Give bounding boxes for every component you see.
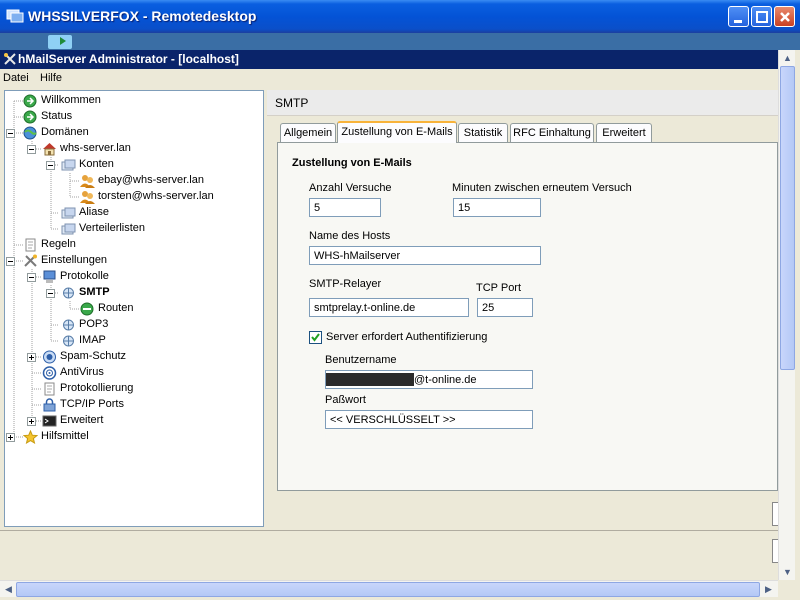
password-input[interactable]: << VERSCHLÜSSELT >> bbox=[325, 410, 533, 429]
app-title: hMailServer Administrator - [localhost] bbox=[18, 52, 239, 66]
tab-statistik[interactable]: Statistik bbox=[458, 123, 508, 142]
remote-desktop-titlebar: WHSSILVERFOX - Remotedesktop bbox=[0, 0, 800, 33]
scroll-left-icon[interactable]: ◀ bbox=[5, 584, 12, 595]
minimize-icon bbox=[734, 20, 742, 23]
tab-erweitert[interactable]: Erweitert bbox=[596, 123, 652, 142]
maximize-icon bbox=[756, 11, 768, 23]
horizontal-scrollbar[interactable]: ◀ ▶ bbox=[0, 580, 778, 597]
green-arrow-icon bbox=[23, 94, 37, 108]
close-icon bbox=[780, 12, 790, 22]
users-icon bbox=[61, 159, 76, 171]
menu-hilfe[interactable]: Hilfe bbox=[40, 72, 62, 84]
navigation-tree: Willkommen Status Domänen whs-server.lan… bbox=[4, 90, 264, 527]
tools-icon bbox=[24, 254, 37, 267]
tools-icon bbox=[4, 53, 16, 65]
attempts-input[interactable]: 5 bbox=[309, 198, 381, 217]
menu-bar: Datei Hilfe bbox=[0, 69, 778, 88]
app-titlebar: hMailServer Administrator - [localhost] bbox=[0, 50, 778, 69]
auth-required-label: Server erfordert Authentifizierung bbox=[326, 331, 488, 343]
checkmark-icon bbox=[311, 333, 320, 342]
remote-desktop-background bbox=[0, 33, 800, 50]
tab-allgemein[interactable]: Allgemein bbox=[280, 123, 336, 142]
scroll-up-icon[interactable]: ▲ bbox=[783, 53, 792, 63]
star-icon bbox=[23, 430, 38, 444]
expander-einstellungen[interactable] bbox=[6, 257, 15, 266]
close-button[interactable] bbox=[774, 6, 795, 27]
target-icon bbox=[42, 366, 57, 380]
globe-icon bbox=[23, 126, 37, 140]
tcp-port-input[interactable]: 25 bbox=[477, 298, 533, 317]
section-title: Zustellung von E-Mails bbox=[292, 157, 412, 169]
auth-required-checkbox[interactable] bbox=[309, 331, 322, 344]
vertical-scrollbar[interactable]: ▲ ▼ bbox=[778, 50, 795, 580]
attempts-label: Anzahl Versuche bbox=[309, 182, 392, 194]
pane-header: SMTP bbox=[267, 90, 778, 116]
settings-pane: SMTP Allgemein Zustellung von E-Mails St… bbox=[267, 90, 780, 527]
network-icon bbox=[63, 335, 74, 347]
redacted-username bbox=[326, 373, 414, 386]
horizontal-scroll-thumb[interactable] bbox=[16, 582, 760, 597]
expander-domaenen[interactable] bbox=[6, 129, 15, 138]
console-icon bbox=[42, 415, 57, 427]
retry-minutes-input[interactable]: 15 bbox=[453, 198, 541, 217]
tab-panel-zustellung: Zustellung von E-Mails Anzahl Versuche 5… bbox=[277, 142, 778, 491]
tab-zustellung[interactable]: Zustellung von E-Mails bbox=[337, 121, 457, 143]
network-icon bbox=[63, 319, 74, 331]
smtp-relayer-label: SMTP-Relayer bbox=[309, 278, 382, 290]
username-label: Benutzername bbox=[325, 354, 397, 366]
desktop-shortcut-icon bbox=[48, 35, 72, 49]
expander-spam-schutz[interactable] bbox=[27, 353, 36, 362]
lock-icon bbox=[43, 398, 56, 412]
username-input[interactable]: @t-online.de bbox=[325, 370, 533, 389]
network-icon bbox=[63, 287, 74, 299]
expander-hilfsmittel[interactable] bbox=[6, 433, 15, 442]
vertical-scroll-thumb[interactable] bbox=[780, 66, 795, 370]
password-label: Paßwort bbox=[325, 394, 366, 406]
page-title: SMTP bbox=[275, 96, 309, 110]
tab-rfc-einhaltung[interactable]: RFC Einhaltung bbox=[510, 123, 594, 142]
document-icon bbox=[25, 238, 36, 252]
bottom-panel bbox=[0, 530, 780, 580]
green-route-icon bbox=[80, 302, 94, 316]
document-icon bbox=[44, 382, 55, 396]
smtp-relayer-input[interactable]: smtprelay.t-online.de bbox=[309, 298, 469, 317]
scroll-down-icon[interactable]: ▼ bbox=[783, 567, 792, 577]
menu-datei[interactable]: Datei bbox=[3, 72, 29, 84]
expander-konten[interactable] bbox=[46, 161, 55, 170]
minimize-button[interactable] bbox=[728, 6, 749, 27]
hostname-label: Name des Hosts bbox=[309, 230, 391, 242]
expander-protokolle[interactable] bbox=[27, 273, 36, 282]
retry-minutes-label: Minuten zwischen erneutem Versuch bbox=[452, 182, 632, 194]
username-domain: @t-online.de bbox=[414, 374, 477, 386]
remote-desktop-icon bbox=[6, 9, 24, 23]
computer-icon bbox=[43, 270, 56, 283]
expander-erweitert[interactable] bbox=[27, 417, 36, 426]
scroll-right-icon[interactable]: ▶ bbox=[765, 584, 772, 595]
maximize-button[interactable] bbox=[751, 6, 772, 27]
house-icon bbox=[43, 143, 56, 156]
window-title: WHSSILVERFOX - Remotedesktop bbox=[28, 8, 257, 24]
hostname-input[interactable]: WHS-hMailserver bbox=[309, 246, 541, 265]
users-icon bbox=[61, 223, 76, 235]
user-icon bbox=[80, 175, 95, 188]
expander-domain[interactable] bbox=[27, 145, 36, 154]
tcp-port-label: TCP Port bbox=[476, 282, 522, 294]
user-icon bbox=[80, 191, 95, 204]
users-icon bbox=[61, 207, 76, 219]
expander-smtp[interactable] bbox=[46, 289, 55, 298]
shield-icon bbox=[43, 350, 56, 364]
green-arrow-icon bbox=[23, 110, 37, 124]
